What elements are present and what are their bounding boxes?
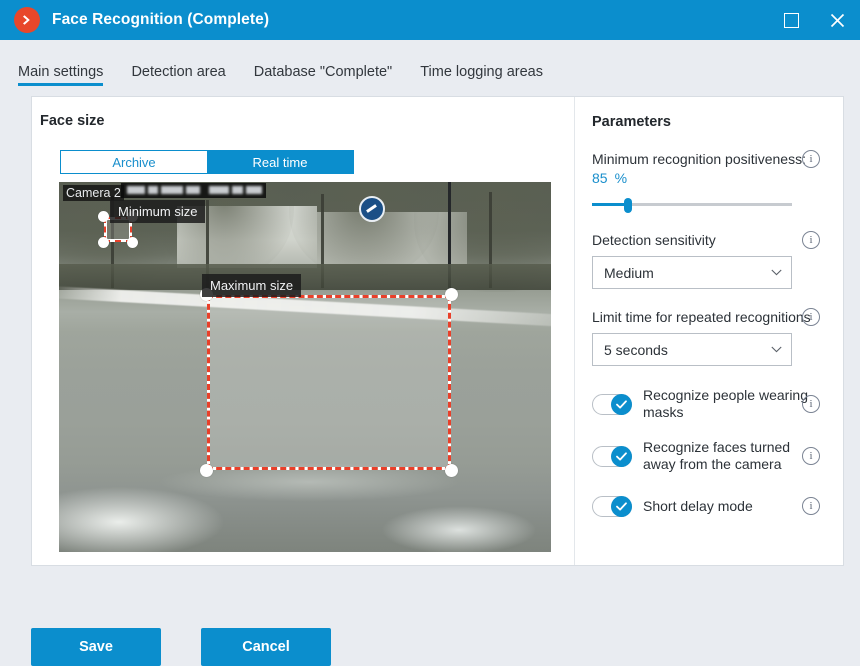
- resize-handle-bottom-left[interactable]: [200, 464, 213, 477]
- blurred-timestamp-overlay: [121, 183, 266, 198]
- toggle-switch[interactable]: [592, 445, 632, 467]
- check-icon: [616, 399, 627, 408]
- toggle-switch[interactable]: [592, 393, 632, 415]
- minimum-size-tag: Minimum size: [110, 200, 206, 223]
- maximize-button[interactable]: [768, 0, 814, 40]
- segment-label: Real time: [252, 154, 308, 170]
- info-icon[interactable]: i: [802, 395, 820, 413]
- limit-time-setting: Limit time for repeated recognitions i 5…: [592, 308, 843, 366]
- min-positiveness-setting: Minimum recognition positiveness: i 85%: [592, 150, 843, 213]
- maximum-size-tag: Maximum size: [202, 274, 302, 297]
- face-size-heading: Face size: [40, 113, 105, 129]
- min-positiveness-value-row: 85%: [592, 170, 843, 186]
- resize-handle-top-left[interactable]: [98, 211, 109, 222]
- face-size-mode-toggle: Archive Real time: [60, 150, 354, 174]
- settings-card: Face size Archive Real time Camera 2 Min…: [31, 96, 844, 566]
- save-button[interactable]: Save: [31, 628, 161, 666]
- app-logo-chevron-right-circle-icon: [14, 7, 40, 33]
- tab-label: Main settings: [18, 64, 104, 80]
- toggle-recognize-masks: Recognize people wearing masks i: [592, 387, 843, 421]
- road-sign-icon: [359, 196, 385, 222]
- resize-handle-top-right[interactable]: [445, 288, 458, 301]
- tab-bar: Main settings Detection area Database "C…: [0, 40, 860, 86]
- percent-unit: %: [614, 170, 628, 186]
- tab-database-complete[interactable]: Database "Complete": [254, 63, 392, 86]
- title-bar: Face Recognition (Complete): [0, 0, 860, 40]
- info-icon[interactable]: i: [802, 447, 820, 465]
- slider-thumb[interactable]: [624, 198, 632, 213]
- maximize-icon: [783, 12, 799, 28]
- tab-time-logging-areas[interactable]: Time logging areas: [420, 63, 543, 86]
- tab-label: Database "Complete": [253, 64, 393, 80]
- parameters-panel: Parameters Minimum recognition positiven…: [575, 97, 843, 565]
- tab-detection-area[interactable]: Detection area: [131, 63, 225, 86]
- segment-archive[interactable]: Archive: [61, 151, 207, 173]
- toggle-switch[interactable]: [592, 495, 632, 517]
- camera-preview[interactable]: Camera 2 Minimum size Maximum size: [59, 182, 551, 552]
- selection-dashes: [207, 295, 451, 470]
- tab-label: Time logging areas: [420, 64, 543, 80]
- cancel-button[interactable]: Cancel: [201, 628, 331, 666]
- chevron-down-icon: [771, 269, 782, 276]
- min-positiveness-slider[interactable]: [592, 198, 792, 213]
- footer-actions: Save Cancel: [0, 603, 860, 666]
- tab-main-settings[interactable]: Main settings: [18, 63, 104, 86]
- resize-handle-bottom-left[interactable]: [98, 237, 109, 248]
- close-icon: [830, 13, 844, 27]
- segment-label: Archive: [112, 154, 156, 170]
- window-controls: [768, 0, 860, 40]
- toggle-label: Recognize faces turned away from the cam…: [643, 439, 791, 472]
- toggle-short-delay-mode: Short delay mode i: [592, 491, 843, 521]
- info-icon[interactable]: i: [802, 497, 820, 515]
- window-title: Face Recognition (Complete): [52, 11, 270, 28]
- resize-handle-bottom-right[interactable]: [445, 464, 458, 477]
- app-window: Face Recognition (Complete) Main setting…: [0, 0, 860, 666]
- chevron-down-icon: [771, 346, 782, 353]
- info-icon[interactable]: i: [802, 231, 820, 249]
- detection-sensitivity-setting: Detection sensitivity i Medium: [592, 231, 843, 289]
- check-icon: [616, 451, 627, 460]
- toggle-knob: [611, 495, 632, 517]
- limit-time-select[interactable]: 5 seconds: [592, 333, 792, 366]
- resize-handle-bottom-right[interactable]: [127, 237, 138, 248]
- face-size-panel: Face size Archive Real time Camera 2 Min…: [32, 97, 574, 565]
- min-positiveness-value: 85: [592, 170, 608, 186]
- detection-sensitivity-select[interactable]: Medium: [592, 256, 792, 289]
- toggle-label: Recognize people wearing masks: [643, 387, 808, 420]
- toggle-knob: [611, 393, 632, 415]
- info-icon[interactable]: i: [802, 150, 820, 168]
- hedge-row: [59, 264, 551, 290]
- parameters-heading: Parameters: [592, 114, 671, 130]
- toggle-label: Short delay mode: [643, 497, 753, 514]
- segment-real-time[interactable]: Real time: [207, 151, 353, 173]
- toggle-knob: [611, 445, 632, 467]
- camera-name-label: Camera 2: [63, 185, 124, 201]
- tab-label: Detection area: [131, 64, 226, 80]
- toggle-recognize-turned-away-faces: Recognize faces turned away from the cam…: [592, 439, 843, 473]
- content-area: Face size Archive Real time Camera 2 Min…: [0, 86, 860, 603]
- close-button[interactable]: [814, 0, 860, 40]
- select-value: Medium: [604, 264, 654, 281]
- select-value: 5 seconds: [604, 341, 668, 358]
- maximum-size-selection-box[interactable]: [200, 288, 458, 477]
- info-icon[interactable]: i: [802, 308, 820, 326]
- check-icon: [616, 501, 627, 510]
- slider-fill: [592, 203, 628, 206]
